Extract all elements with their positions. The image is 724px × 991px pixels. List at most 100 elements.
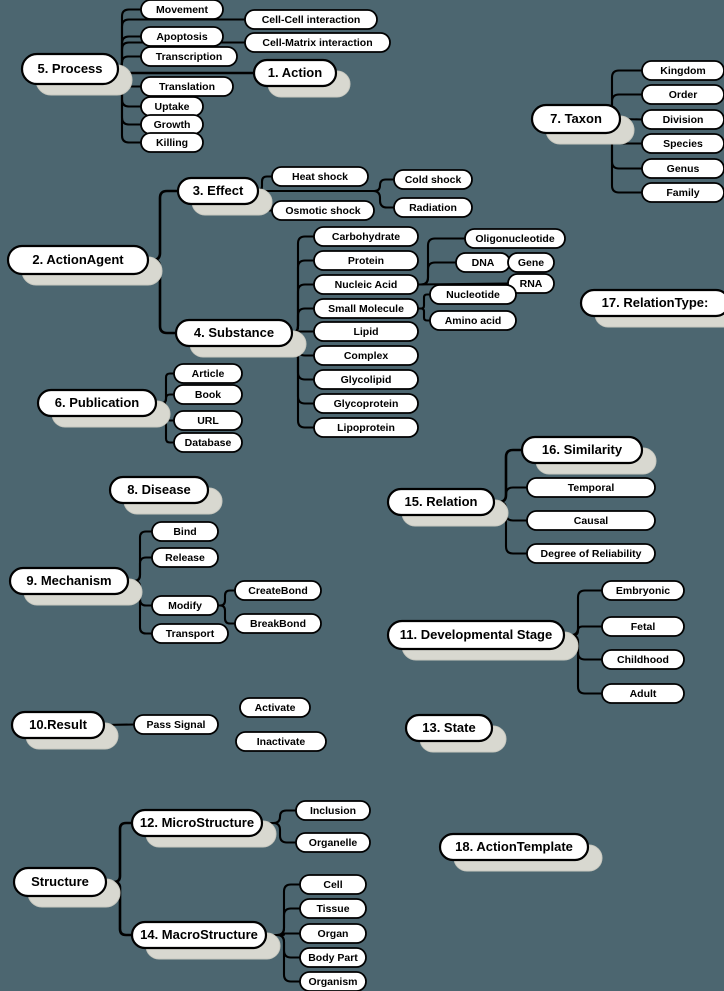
- node-label: 4. Substance: [194, 325, 274, 340]
- node-order[interactable]: Order: [641, 84, 724, 105]
- node-devstage[interactable]: 11. Developmental Stage: [386, 619, 579, 661]
- node-label: 12. MicroStructure: [140, 815, 254, 830]
- node-activate[interactable]: Activate: [239, 697, 311, 718]
- node-label: Organism: [308, 976, 357, 988]
- node-label: Carbohydrate: [332, 231, 400, 243]
- node-organelle[interactable]: Organelle: [295, 832, 371, 853]
- node-movement[interactable]: Movement: [140, 0, 224, 20]
- node-inactivate[interactable]: Inactivate: [235, 731, 327, 752]
- node-protein[interactable]: Protein: [313, 250, 419, 271]
- node-division[interactable]: Division: [641, 109, 724, 130]
- node-dna[interactable]: DNA: [455, 252, 511, 273]
- node-label: 5. Process: [37, 61, 102, 76]
- node-apoptosis[interactable]: Apoptosis: [140, 26, 224, 47]
- node-passsignal[interactable]: Pass Signal: [133, 714, 219, 735]
- node-transport[interactable]: Transport: [151, 623, 229, 644]
- node-gene[interactable]: Gene: [507, 252, 555, 273]
- node-temporal[interactable]: Temporal: [526, 477, 656, 498]
- node-release[interactable]: Release: [151, 547, 219, 568]
- node-label: Glycolipid: [341, 374, 392, 386]
- node-modify[interactable]: Modify: [151, 595, 219, 616]
- node-label: Bind: [173, 526, 196, 538]
- node-label: 1. Action: [268, 65, 322, 80]
- node-tissue[interactable]: Tissue: [299, 898, 367, 919]
- node-osmoticshock[interactable]: Osmotic shock: [271, 200, 375, 221]
- node-carbohydrate[interactable]: Carbohydrate: [313, 226, 419, 247]
- node-fetal[interactable]: Fetal: [601, 616, 685, 637]
- node-kingdom[interactable]: Kingdom: [641, 60, 724, 81]
- node-label: 14. MacroStructure: [140, 927, 258, 942]
- node-label: 2. ActionAgent: [32, 252, 124, 267]
- node-actiontemplate[interactable]: 18. ActionTemplate: [438, 832, 603, 872]
- node-childhood[interactable]: Childhood: [601, 649, 685, 670]
- node-label: Family: [666, 187, 699, 199]
- node-coldshock[interactable]: Cold shock: [393, 169, 473, 190]
- node-cellcell[interactable]: Cell-Cell interaction: [244, 9, 378, 30]
- node-complex[interactable]: Complex: [313, 345, 419, 366]
- node-degreerel[interactable]: Degree of Reliability: [526, 543, 656, 564]
- node-radiation[interactable]: Radiation: [393, 197, 473, 218]
- node-oligonucleotide[interactable]: Oligonucleotide: [464, 228, 566, 249]
- node-causal[interactable]: Causal: [526, 510, 656, 531]
- node-url[interactable]: URL: [173, 410, 243, 431]
- node-label: Degree of Reliability: [541, 548, 642, 560]
- node-transcription[interactable]: Transcription: [140, 46, 238, 67]
- node-breakbond[interactable]: BreakBond: [234, 613, 322, 634]
- node-relationtype[interactable]: 17. RelationType:: [579, 288, 724, 328]
- node-nucleotide[interactable]: Nucleotide: [429, 284, 517, 305]
- node-label: 18. ActionTemplate: [455, 839, 573, 854]
- node-family[interactable]: Family: [641, 182, 724, 203]
- node-smallmolecule[interactable]: Small Molecule: [313, 298, 419, 319]
- node-bodypart[interactable]: Body Part: [299, 947, 367, 968]
- node-inclusion[interactable]: Inclusion: [295, 800, 371, 821]
- node-growth[interactable]: Growth: [140, 114, 204, 135]
- node-label: Release: [165, 552, 205, 564]
- node-glycoprotein[interactable]: Glycoprotein: [313, 393, 419, 414]
- node-adult[interactable]: Adult: [601, 683, 685, 704]
- node-label: Article: [192, 368, 225, 380]
- node-lipoprotein[interactable]: Lipoprotein: [313, 417, 419, 438]
- node-label: 8. Disease: [127, 482, 191, 497]
- node-label: Body Part: [308, 952, 358, 964]
- node-organ[interactable]: Organ: [299, 923, 367, 944]
- node-heatshock[interactable]: Heat shock: [271, 166, 369, 187]
- node-label: Osmotic shock: [285, 205, 360, 217]
- node-organism[interactable]: Organism: [299, 971, 367, 991]
- node-label: CreateBond: [248, 585, 308, 597]
- node-similarity[interactable]: 16. Similarity: [520, 435, 657, 475]
- node-article[interactable]: Article: [173, 363, 243, 384]
- node-createbond[interactable]: CreateBond: [234, 580, 322, 601]
- node-mechanism[interactable]: 9. Mechanism: [8, 566, 143, 606]
- node-process[interactable]: 5. Process: [20, 52, 133, 96]
- node-cell[interactable]: Cell: [299, 874, 367, 895]
- node-label: 17. RelationType:: [602, 295, 709, 310]
- node-microstructure[interactable]: 12. MicroStructure: [130, 808, 277, 848]
- node-substance[interactable]: 4. Substance: [174, 318, 307, 358]
- node-disease[interactable]: 8. Disease: [108, 475, 223, 515]
- node-label: Amino acid: [445, 315, 502, 327]
- node-label: Killing: [156, 137, 188, 149]
- node-relation[interactable]: 15. Relation: [386, 487, 509, 527]
- node-species[interactable]: Species: [641, 133, 724, 154]
- node-lipid[interactable]: Lipid: [313, 321, 419, 342]
- node-result[interactable]: 10.Result: [10, 710, 119, 750]
- node-uptake[interactable]: Uptake: [140, 96, 204, 117]
- node-cellmatrix[interactable]: Cell-Matrix interaction: [244, 32, 391, 53]
- node-database[interactable]: Database: [173, 432, 243, 453]
- node-label: Cell: [323, 879, 342, 891]
- node-killing[interactable]: Killing: [140, 132, 204, 153]
- node-actionagent[interactable]: 2. ActionAgent: [6, 244, 163, 286]
- node-genus[interactable]: Genus: [641, 158, 724, 179]
- node-publication[interactable]: 6. Publication: [36, 388, 171, 428]
- node-embryonic[interactable]: Embryonic: [601, 580, 685, 601]
- node-glycolipid[interactable]: Glycolipid: [313, 369, 419, 390]
- node-bind[interactable]: Bind: [151, 521, 219, 542]
- node-aminoacid[interactable]: Amino acid: [429, 310, 517, 331]
- node-nucleicacid[interactable]: Nucleic Acid: [313, 274, 419, 295]
- node-label: Heat shock: [292, 171, 348, 183]
- node-label: Lipid: [353, 326, 378, 338]
- node-label: Fetal: [631, 621, 656, 633]
- node-translation[interactable]: Translation: [140, 76, 234, 97]
- node-macrostructure[interactable]: 14. MacroStructure: [130, 920, 281, 960]
- node-book[interactable]: Book: [173, 384, 243, 405]
